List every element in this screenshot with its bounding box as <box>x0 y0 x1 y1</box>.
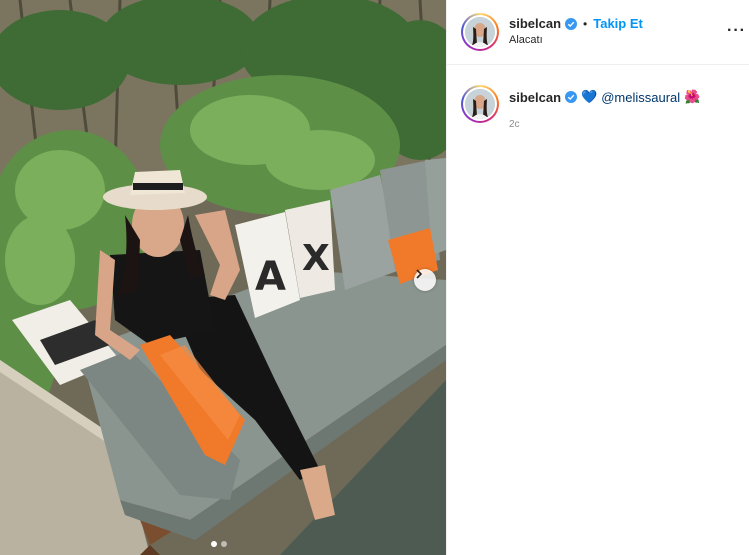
separator-dot: • <box>583 16 588 31</box>
carousel-next-button[interactable] <box>414 269 436 291</box>
author-info: sibelcan • Takip Et Alacatı <box>509 16 643 46</box>
photo-scene: A X <box>0 0 446 555</box>
post-header: sibelcan • Takip Et Alacatı ··· <box>447 0 749 65</box>
blue-heart-emoji: 💙 <box>581 89 598 104</box>
svg-text:A: A <box>255 254 286 300</box>
caption-text: sibelcan 💙 @melissaural 🌺 <box>509 89 700 105</box>
caption-timestamp[interactable]: 2c <box>509 119 520 130</box>
avatar-image <box>465 17 495 47</box>
svg-text:X: X <box>302 238 330 279</box>
carousel-dot-active <box>211 541 217 547</box>
post-side-panel: sibelcan • Takip Et Alacatı ··· sibelcan… <box>446 0 749 555</box>
follow-button[interactable]: Takip Et <box>593 16 643 31</box>
caption-username[interactable]: sibelcan <box>509 90 561 105</box>
hibiscus-emoji: 🌺 <box>684 89 701 104</box>
carousel-indicator <box>211 541 227 547</box>
post-photo[interactable]: A X <box>0 0 446 555</box>
verified-badge-icon <box>565 17 578 30</box>
carousel-dot <box>221 541 227 547</box>
caption-mention-link[interactable]: @melissaural <box>601 90 680 105</box>
chevron-right-icon <box>416 269 423 279</box>
author-username[interactable]: sibelcan <box>509 16 561 31</box>
caption-avatar[interactable] <box>461 85 499 123</box>
post-location[interactable]: Alacatı <box>509 34 643 46</box>
more-options-icon[interactable]: ··· <box>727 22 746 40</box>
verified-badge-icon <box>565 91 578 103</box>
author-avatar[interactable] <box>461 13 499 51</box>
avatar-image <box>465 89 495 119</box>
